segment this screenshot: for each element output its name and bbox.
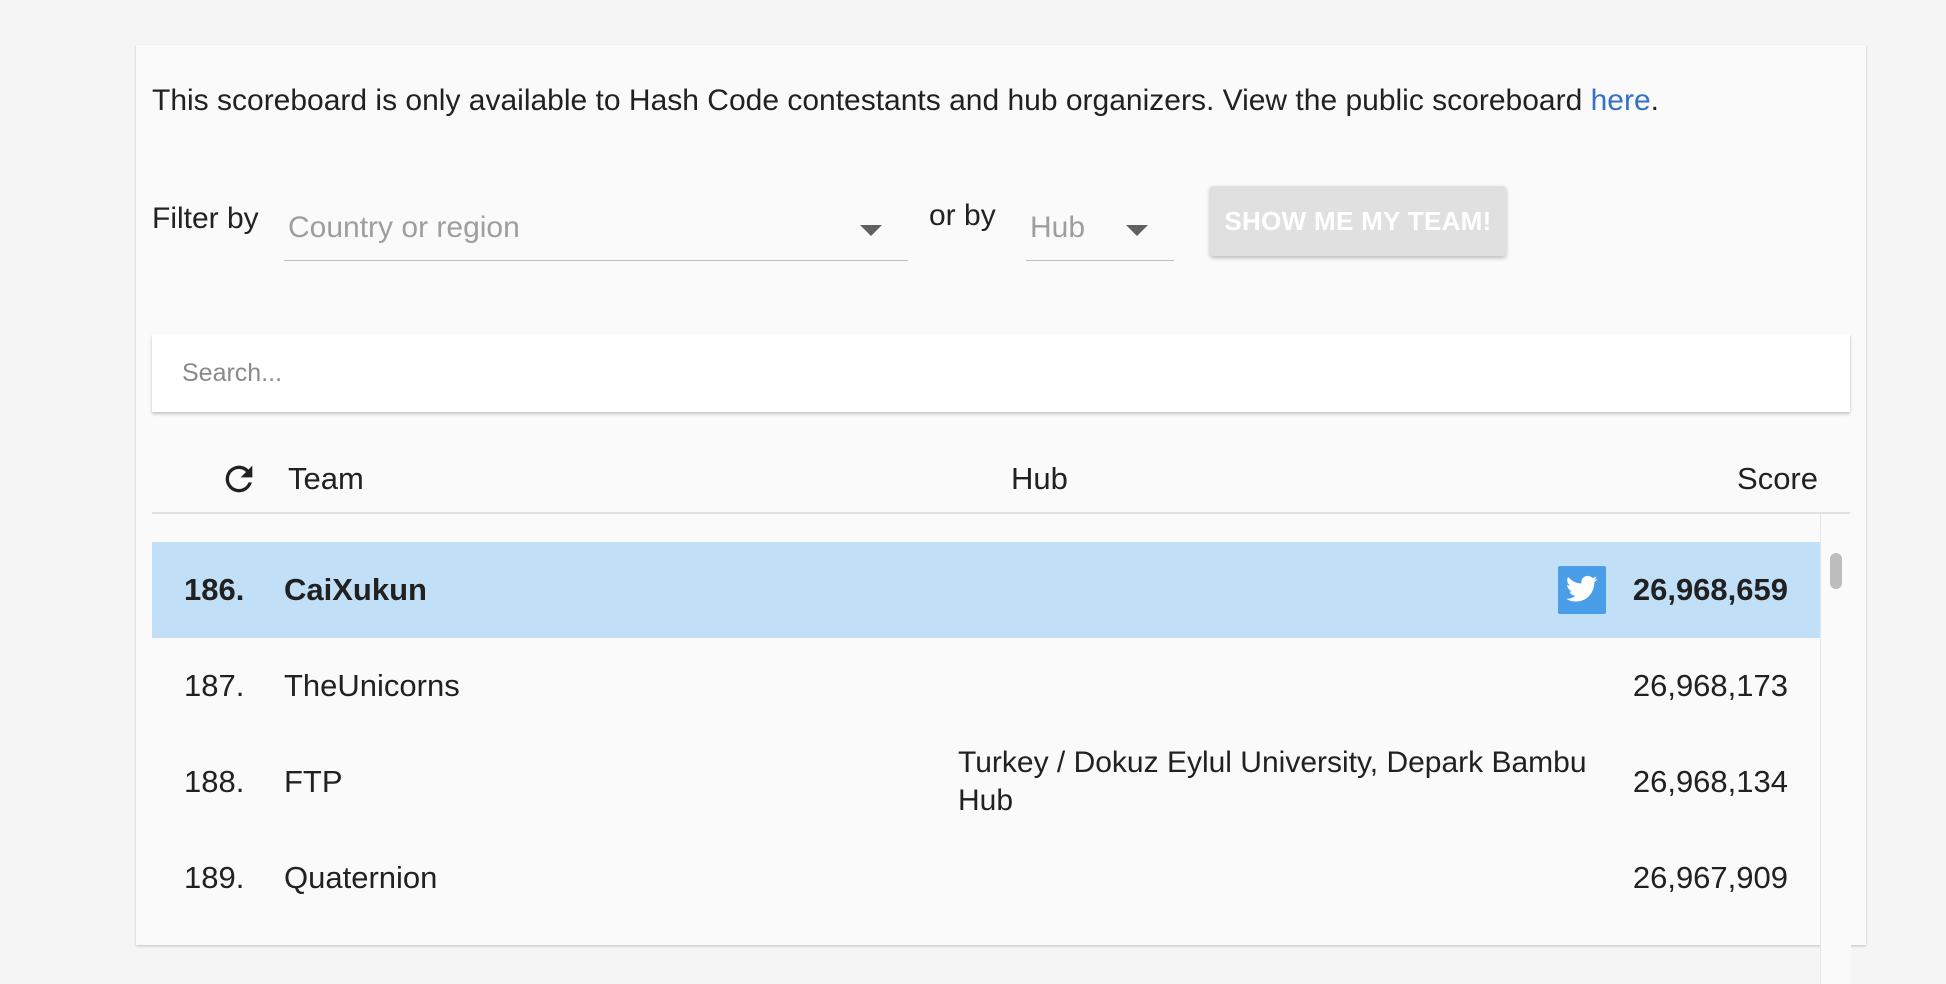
access-notice: This scoreboard is only available to Has… bbox=[152, 83, 1659, 119]
team-cell: Quaternion bbox=[284, 860, 438, 895]
chevron-down-icon bbox=[860, 225, 882, 236]
refresh-icon[interactable] bbox=[219, 459, 259, 499]
team-cell: FTP bbox=[284, 764, 343, 799]
score-cell: 26,968,134 bbox=[1632, 764, 1788, 799]
table-row[interactable]: 187. TheUnicorns 26,968,173 bbox=[152, 638, 1820, 734]
table-header: Team Hub Score bbox=[152, 447, 1850, 514]
or-by-label: or by bbox=[929, 199, 996, 232]
hub-select[interactable]: Hub bbox=[1026, 200, 1174, 261]
filter-label: Filter by bbox=[152, 202, 259, 235]
country-select[interactable]: Country or region bbox=[284, 200, 908, 261]
hub-cell: Turkey / Dokuz Eylul University, Depark … bbox=[958, 746, 1587, 817]
hub-select-placeholder: Hub bbox=[1030, 211, 1086, 244]
notice-suffix: . bbox=[1650, 84, 1659, 117]
country-select-placeholder: Country or region bbox=[288, 211, 520, 244]
score-cell: 26,968,173 bbox=[1632, 668, 1788, 703]
column-header-team[interactable]: Team bbox=[288, 461, 364, 497]
scoreboard-rows: 186. CaiXukun 26,968,659 187. TheUnicorn… bbox=[152, 542, 1820, 926]
rank-cell: 189. bbox=[184, 860, 245, 895]
notice-text: This scoreboard is only available to Has… bbox=[152, 84, 1591, 117]
show-my-team-button[interactable]: SHOW ME MY TEAM! bbox=[1210, 186, 1506, 256]
score-cell: 26,967,909 bbox=[1632, 860, 1788, 895]
column-header-score[interactable]: Score bbox=[1737, 461, 1818, 497]
score-cell: 26,968,659 bbox=[1632, 572, 1788, 607]
public-scoreboard-link[interactable]: here bbox=[1591, 84, 1651, 117]
rank-cell: 186. bbox=[184, 572, 245, 607]
team-cell: TheUnicorns bbox=[284, 668, 460, 703]
column-header-hub[interactable]: Hub bbox=[1011, 461, 1068, 497]
table-row[interactable]: 188. FTP Turkey / Dokuz Eylul University… bbox=[152, 734, 1820, 830]
rank-cell: 187. bbox=[184, 668, 245, 703]
rank-cell: 188. bbox=[184, 764, 245, 799]
scoreboard-card: This scoreboard is only available to Has… bbox=[136, 45, 1866, 984]
search-input[interactable] bbox=[182, 354, 1782, 392]
search-box bbox=[152, 334, 1850, 412]
twitter-icon[interactable] bbox=[1558, 566, 1606, 614]
team-cell: CaiXukun bbox=[284, 572, 427, 607]
table-row[interactable]: 186. CaiXukun 26,968,659 bbox=[152, 542, 1820, 638]
chevron-down-icon bbox=[1126, 225, 1148, 236]
table-row[interactable]: 189. Quaternion 26,967,909 bbox=[152, 830, 1820, 926]
scrollbar-thumb[interactable] bbox=[1830, 553, 1842, 589]
scrollbar[interactable] bbox=[1820, 514, 1851, 984]
